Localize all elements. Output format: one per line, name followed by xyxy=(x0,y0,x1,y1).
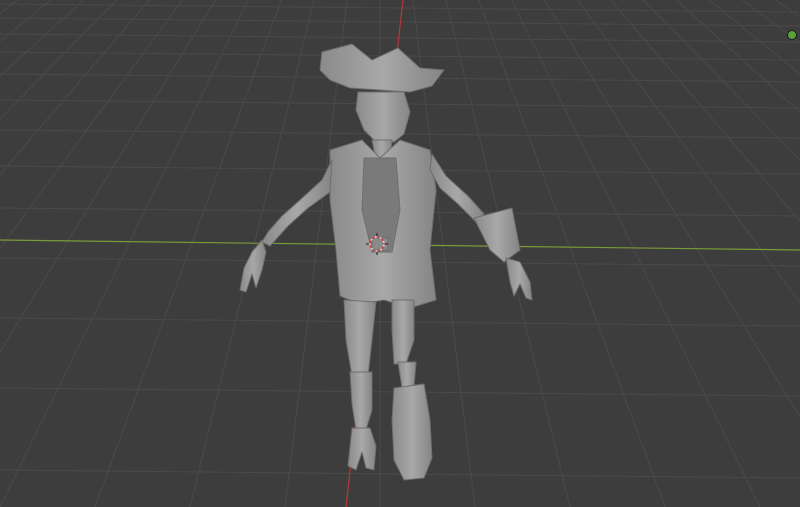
left-shin xyxy=(349,371,373,431)
right-boot xyxy=(391,383,433,481)
right-cuff xyxy=(473,207,521,263)
right-leg xyxy=(391,299,415,365)
3d-viewport[interactable] xyxy=(0,0,800,507)
skeleton-pirate-model[interactable] xyxy=(239,43,533,481)
right-hand xyxy=(505,257,533,301)
left-arm xyxy=(261,159,333,247)
navigation-gizmo-dot-icon[interactable] xyxy=(787,30,797,40)
right-shin xyxy=(397,361,417,389)
left-leg xyxy=(343,299,377,377)
right-arm xyxy=(429,153,485,223)
left-foot xyxy=(347,427,377,471)
tricorn-hat xyxy=(319,43,445,93)
viewport-canvas[interactable] xyxy=(0,0,800,507)
skull xyxy=(355,91,411,143)
